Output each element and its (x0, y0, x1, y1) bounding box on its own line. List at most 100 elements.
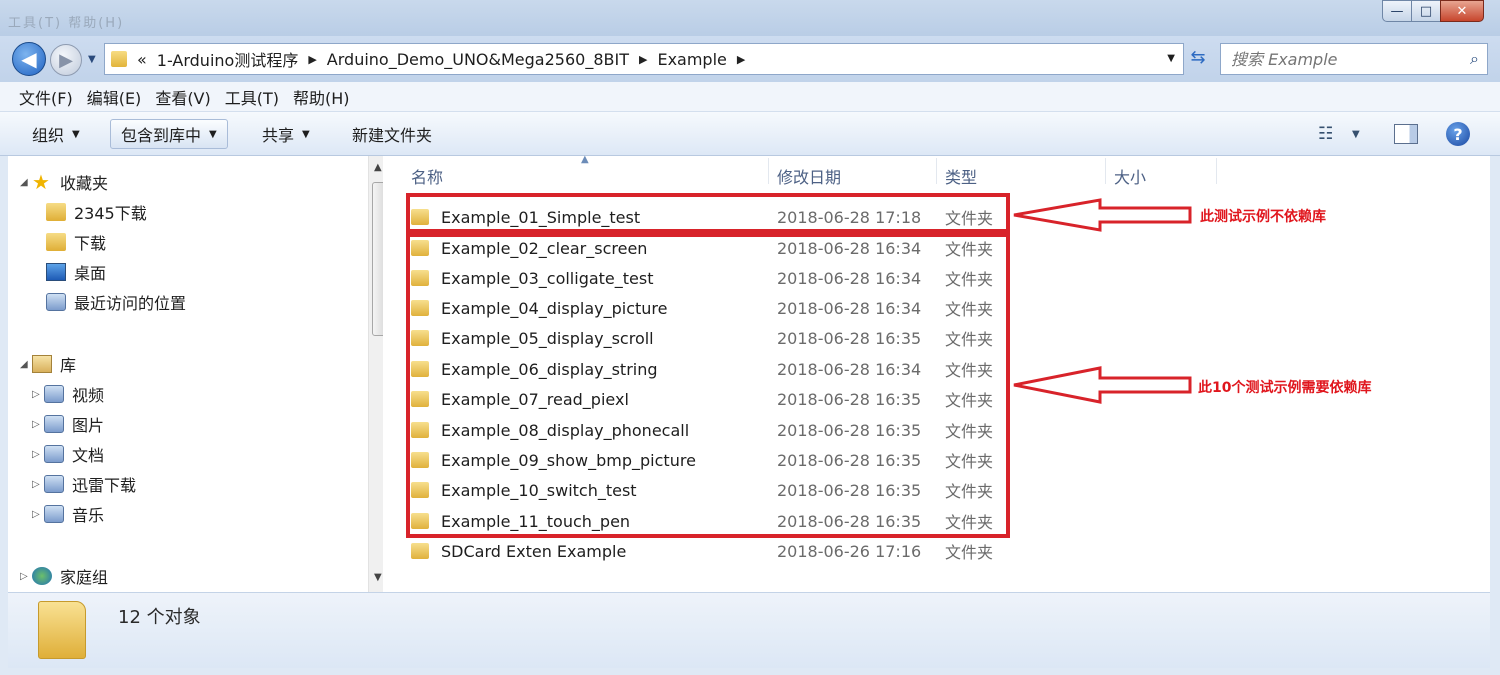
tree-item-2345download[interactable]: 2345下载 (46, 200, 147, 224)
tree-label: 下载 (74, 234, 107, 253)
column-divider[interactable] (936, 158, 937, 184)
sort-ascending-icon: ▲ (581, 154, 589, 165)
file-name: SDCard Exten Example (441, 541, 627, 561)
tree-label: 2345下载 (74, 204, 147, 223)
preview-pane-icon[interactable] (1394, 124, 1418, 144)
file-row[interactable]: SDCard Exten Example 2018-06-26 17:16 文件夹 (411, 537, 1051, 565)
tree-favorites[interactable]: ◢ ★ 收藏夹 (20, 170, 108, 194)
address-overflow[interactable]: « (137, 50, 147, 69)
tree-label: 收藏夹 (60, 174, 109, 193)
forward-button[interactable]: ▶ (50, 44, 82, 76)
annotation-note-dependent: 此10个测试示例需要依赖库 (1198, 380, 1372, 396)
pictures-library-icon (44, 415, 64, 433)
tree-label: 音乐 (72, 506, 105, 525)
include-library-button[interactable]: 包含到库中 ▼ (110, 119, 228, 149)
collapsed-arrow-icon[interactable]: ▷ (32, 449, 44, 460)
breadcrumb-chevron-icon[interactable]: ▶ (308, 53, 316, 66)
recent-places-icon (46, 293, 66, 311)
title-bar: 工具(T) 帮助(H) — □ ✕ (0, 0, 1500, 36)
breadcrumb-segment[interactable]: 1-Arduino测试程序 (157, 47, 299, 71)
annotation-arrow-icon (1013, 366, 1192, 404)
menu-help[interactable]: 帮助(H) (286, 85, 357, 109)
homegroup-icon (32, 567, 52, 585)
collapsed-arrow-icon[interactable]: ▷ (20, 571, 32, 582)
folder-icon (111, 51, 127, 67)
window-controls: — □ ✕ (1382, 0, 1484, 22)
collapsed-arrow-icon[interactable]: ▷ (32, 389, 44, 400)
scroll-up-icon[interactable]: ▲ (374, 162, 382, 173)
column-header-name[interactable]: 名称 (411, 164, 443, 188)
documents-library-icon (44, 445, 64, 463)
tree-item-pictures[interactable]: ▷ 图片 (32, 412, 104, 436)
new-folder-button[interactable]: 新建文件夹 (342, 119, 442, 149)
collapsed-arrow-icon[interactable]: ▷ (32, 479, 44, 490)
search-icon[interactable]: ⌕ (1470, 49, 1479, 69)
tree-homegroup[interactable]: ▷ 家庭组 (20, 564, 108, 588)
collapsed-arrow-icon[interactable]: ▷ (32, 509, 44, 520)
tree-label: 迅雷下载 (72, 476, 137, 495)
tree-item-downloads[interactable]: 下载 (46, 230, 106, 254)
minimize-button[interactable]: — (1382, 0, 1412, 22)
breadcrumb-chevron-icon[interactable]: ▶ (737, 53, 745, 66)
search-box[interactable]: ⌕ (1220, 43, 1488, 75)
close-button[interactable]: ✕ (1440, 0, 1484, 22)
download-library-icon (44, 475, 64, 493)
help-icon[interactable]: ? (1446, 122, 1470, 146)
column-divider[interactable] (1216, 158, 1217, 184)
navigation-row: ◀ ▶ ▼ « 1-Arduino测试程序 ▶ Arduino_Demo_UNO… (0, 36, 1500, 82)
tree-item-documents[interactable]: ▷ 文档 (32, 442, 104, 466)
tree-label: 文档 (72, 446, 105, 465)
column-divider[interactable] (768, 158, 769, 184)
column-header-date[interactable]: 修改日期 (777, 164, 841, 188)
organize-label: 组织 (32, 126, 65, 145)
maximize-button[interactable]: □ (1411, 0, 1441, 22)
recent-pages-dropdown-icon[interactable]: ▼ (88, 54, 96, 65)
tree-label: 桌面 (74, 264, 107, 283)
tree-label: 家庭组 (60, 568, 109, 587)
menu-edit[interactable]: 编辑(E) (80, 85, 149, 109)
share-button[interactable]: 共享 ▼ (252, 119, 320, 149)
tree-item-recent[interactable]: 最近访问的位置 (46, 290, 186, 314)
annotation-box-dependent (406, 233, 1010, 538)
expanded-arrow-icon[interactable]: ◢ (20, 177, 32, 188)
tree-item-desktop[interactable]: 桌面 (46, 260, 106, 284)
tree-label: 图片 (72, 416, 105, 435)
column-divider[interactable] (1105, 158, 1106, 184)
back-button[interactable]: ◀ (12, 42, 46, 76)
scroll-down-icon[interactable]: ▼ (374, 572, 382, 583)
chevron-down-icon[interactable]: ▼ (1352, 129, 1360, 140)
breadcrumb-segment[interactable]: Arduino_Demo_UNO&Mega2560_8BIT (327, 50, 629, 69)
tree-label: 最近访问的位置 (74, 294, 187, 313)
chevron-down-icon: ▼ (72, 128, 80, 140)
breadcrumb-segment[interactable]: Example (657, 50, 726, 69)
chevron-down-icon: ▼ (302, 128, 310, 140)
organize-button[interactable]: 组织 ▼ (22, 119, 90, 149)
tree-libraries[interactable]: ◢ 库 (20, 352, 76, 376)
breadcrumb-chevron-icon[interactable]: ▶ (639, 53, 647, 66)
column-header-size[interactable]: 大小 (1114, 164, 1146, 188)
menu-file[interactable]: 文件(F) (12, 85, 80, 109)
refresh-icon[interactable]: ⇆ (1186, 47, 1210, 71)
annotation-box-independent (406, 193, 1010, 233)
back-arrow-icon: ◀ (21, 47, 37, 71)
tree-label: 视频 (72, 386, 105, 405)
details-pane: 12 个对象 (8, 592, 1490, 668)
menu-view[interactable]: 查看(V) (148, 85, 217, 109)
expanded-arrow-icon[interactable]: ◢ (20, 359, 32, 370)
address-bar[interactable]: « 1-Arduino测试程序 ▶ Arduino_Demo_UNO&Mega2… (104, 43, 1184, 75)
annotation-note-independent: 此测试示例不依赖库 (1200, 209, 1326, 225)
tree-item-music[interactable]: ▷ 音乐 (32, 502, 104, 526)
search-input[interactable] (1221, 44, 1451, 74)
address-dropdown-icon[interactable]: ▼ (1167, 53, 1175, 64)
folder-icon (38, 601, 86, 659)
tree-item-thunder-download[interactable]: ▷ 迅雷下载 (32, 472, 136, 496)
column-header-type[interactable]: 类型 (945, 164, 977, 188)
star-icon: ★ (32, 170, 50, 194)
annotation-arrow-icon (1013, 198, 1192, 232)
collapsed-arrow-icon[interactable]: ▷ (32, 419, 44, 430)
menu-tools[interactable]: 工具(T) (218, 85, 286, 109)
new-folder-label: 新建文件夹 (352, 126, 433, 145)
music-library-icon (44, 505, 64, 523)
view-options-icon[interactable]: ☷ (1318, 124, 1333, 144)
tree-item-videos[interactable]: ▷ 视频 (32, 382, 104, 406)
